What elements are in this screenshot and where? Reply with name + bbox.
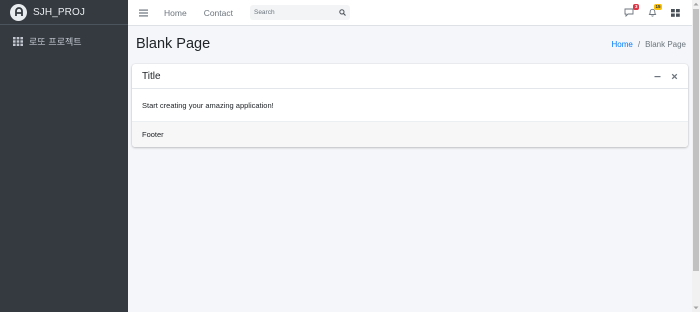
navbar-right-icons: 3 15: [610, 0, 680, 25]
brand-text: SJH_PROJ: [33, 6, 85, 18]
nav-home-link[interactable]: Home: [164, 8, 187, 18]
sidebar-item-label: 로또 프로젝트: [29, 37, 82, 48]
messages-dropdown[interactable]: 3: [624, 4, 639, 17]
top-navbar: Home Contact 3 15: [128, 0, 692, 26]
card: Title Start creating your amazing applic…: [132, 64, 688, 147]
hamburger-icon[interactable]: [139, 9, 148, 17]
breadcrumb-separator: /: [637, 39, 641, 49]
content-header: Blank Page Home / Blank Page: [136, 34, 686, 54]
th-large-icon[interactable]: [671, 8, 680, 17]
minus-icon[interactable]: [654, 73, 661, 80]
breadcrumb-home-link[interactable]: Home: [612, 40, 633, 49]
brand-link[interactable]: SJH_PROJ: [0, 0, 128, 25]
breadcrumb: Home / Blank Page: [612, 40, 687, 49]
search-form: [249, 5, 350, 20]
scroll-up-arrow-icon[interactable]: [692, 0, 700, 8]
notifications-badge: 15: [653, 4, 662, 10]
scroll-thumb[interactable]: [693, 9, 699, 271]
card-footer: Footer: [132, 121, 688, 147]
search-input[interactable]: [253, 9, 336, 16]
card-body: Start creating your amazing application!: [142, 100, 274, 110]
notifications-dropdown[interactable]: 15: [648, 4, 662, 17]
card-tools: [644, 73, 678, 80]
messages-badge: 3: [633, 4, 639, 10]
comments-icon: [624, 8, 634, 17]
brand-logo-icon: [10, 3, 27, 21]
card-title: Title: [142, 70, 161, 82]
sidebar-item-lotto-project[interactable]: 로또 프로젝트: [0, 31, 128, 51]
scroll-down-arrow-icon[interactable]: [692, 304, 700, 312]
grid-icon: [13, 36, 23, 46]
nav-contact-link[interactable]: Contact: [204, 8, 233, 18]
close-icon[interactable]: [671, 73, 678, 80]
page-scrollbar[interactable]: [692, 0, 700, 312]
search-icon[interactable]: [339, 9, 346, 16]
page-title: Blank Page: [136, 36, 211, 52]
breadcrumb-current: Blank Page: [645, 39, 686, 49]
sidebar: SJH_PROJ 로또 프로젝트: [0, 0, 128, 312]
card-header: Title: [132, 64, 688, 89]
